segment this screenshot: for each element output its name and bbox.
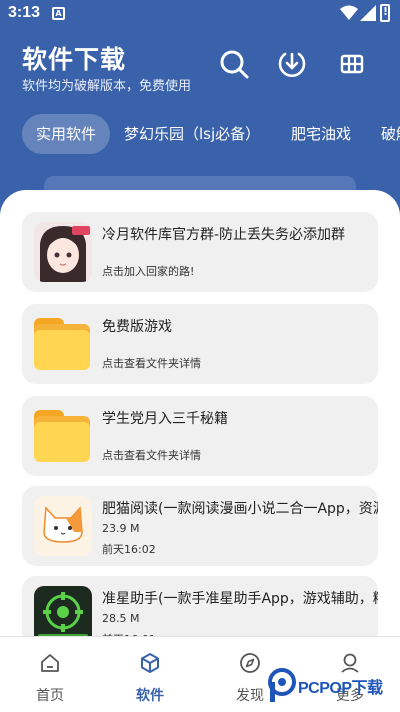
item-title: 免费版游戏 bbox=[102, 319, 172, 335]
grid-icon[interactable] bbox=[336, 48, 368, 80]
nav-label: 首页 bbox=[36, 688, 64, 704]
watermark-text: PCPOP下载 bbox=[298, 680, 383, 697]
watermark-logo-icon bbox=[268, 668, 296, 702]
app-logo bbox=[34, 496, 92, 556]
category-tabs: 实用软件 梦幻乐园（lsj必备） 肥宅油戏 破解 bbox=[0, 114, 400, 154]
search-icon[interactable] bbox=[218, 48, 250, 80]
folder-icon bbox=[34, 318, 90, 370]
tab-practical-software[interactable]: 实用软件 bbox=[22, 114, 111, 154]
nav-label: 软件 bbox=[136, 688, 164, 704]
file-size: 28.5 M bbox=[102, 612, 140, 625]
nav-software[interactable]: 软件 bbox=[100, 637, 200, 712]
tab-cracked[interactable]: 破解 bbox=[367, 114, 400, 154]
notification-icon: A bbox=[52, 7, 65, 20]
wifi-icon bbox=[340, 5, 358, 20]
item-description: 点击加入回家的路! bbox=[102, 265, 195, 278]
page-subtitle: 软件均为破解版本，免费使用 bbox=[22, 79, 192, 94]
list-item[interactable]: 冷月软件库官方群-防止丢失务必添加群 点击加入回家的路! bbox=[22, 212, 378, 292]
tab-otaku-games[interactable]: 肥宅油戏 bbox=[277, 114, 365, 154]
status-time: 3:13 bbox=[8, 4, 41, 21]
download-icon[interactable] bbox=[276, 48, 308, 80]
signal-icon bbox=[360, 5, 376, 21]
box-icon bbox=[138, 651, 162, 675]
timestamp: 前天16:02 bbox=[102, 543, 156, 556]
list-item[interactable]: 免费版游戏 点击查看文件夹详情 bbox=[22, 304, 378, 384]
nav-home[interactable]: 首页 bbox=[0, 637, 100, 712]
battery-icon bbox=[380, 4, 390, 22]
item-title: 学生党月入三千秘籍 bbox=[102, 411, 228, 427]
folder-icon bbox=[34, 410, 90, 462]
list-item[interactable]: 肥猫阅读(一款阅读漫画小说二合一App，资源* 23.9 M 前天16:02 bbox=[22, 486, 378, 566]
home-icon bbox=[38, 651, 62, 675]
item-title: 准星助手(一款手准星助手App，游戏辅助，精准 bbox=[102, 591, 378, 607]
item-description: 点击查看文件夹详情 bbox=[102, 449, 201, 462]
item-description: 点击查看文件夹详情 bbox=[102, 357, 201, 370]
content-sheet: 冷月软件库官方群-防止丢失务必添加群 点击加入回家的路! 免费版游戏 点击查看文… bbox=[0, 190, 400, 712]
avatar bbox=[34, 222, 92, 282]
tab-dream-park[interactable]: 梦幻乐园（lsj必备） bbox=[110, 114, 274, 154]
item-title: 冷月软件库官方群-防止丢失务必添加群 bbox=[102, 227, 346, 243]
status-bar: 3:13 A bbox=[0, 0, 400, 28]
app-header: 软件下载 软件均为破解版本，免费使用 bbox=[0, 28, 400, 108]
item-title: 肥猫阅读(一款阅读漫画小说二合一App，资源* bbox=[102, 501, 378, 517]
compass-icon bbox=[238, 651, 262, 675]
page-title: 软件下载 bbox=[22, 45, 127, 74]
file-size: 23.9 M bbox=[102, 522, 140, 535]
watermark: PCPOP下载 bbox=[268, 664, 396, 708]
list-item[interactable]: 学生党月入三千秘籍 点击查看文件夹详情 bbox=[22, 396, 378, 476]
